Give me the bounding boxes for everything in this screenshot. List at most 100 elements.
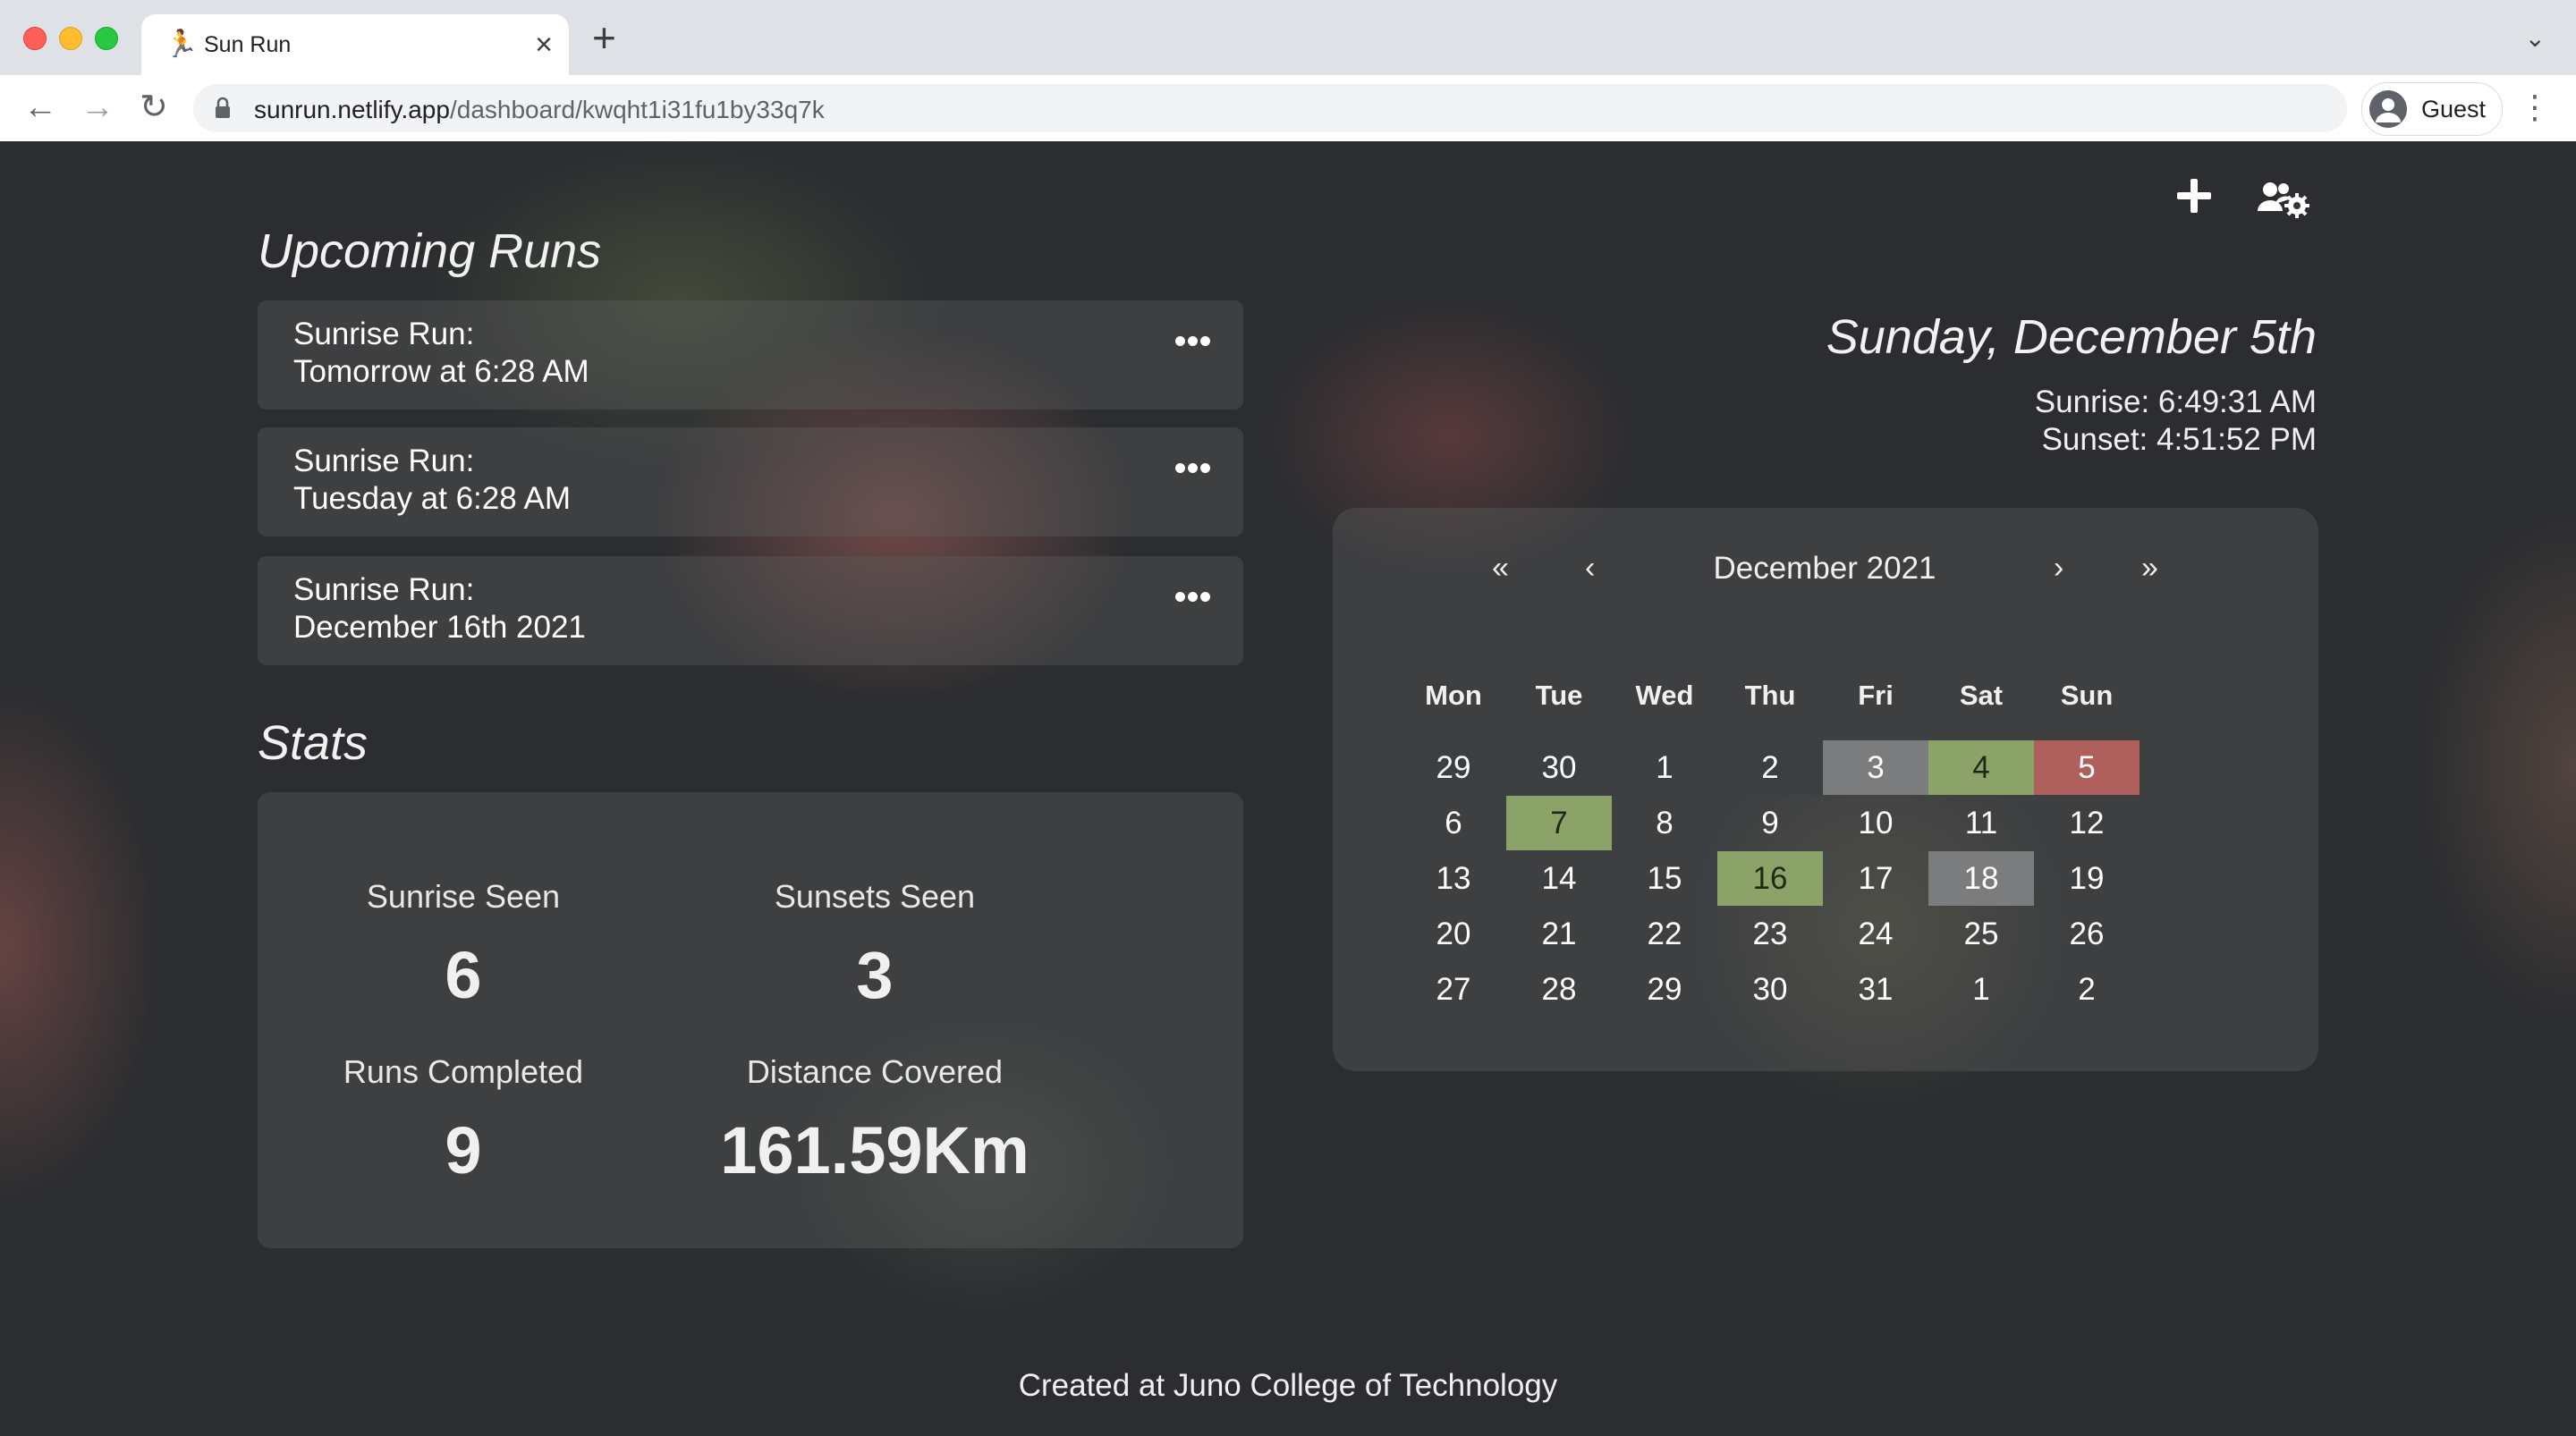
calendar-day[interactable]: 1 xyxy=(1928,962,2034,1017)
footer-credit: Created at Juno College of Technology xyxy=(1018,1368,1558,1403)
run-time: December 16th 2021 xyxy=(293,610,586,645)
lock-icon xyxy=(216,97,230,118)
more-options-icon[interactable] xyxy=(1175,336,1211,347)
calendar-day[interactable]: 30 xyxy=(1506,740,1612,795)
distance-covered-value: 161.59Km xyxy=(720,1113,1030,1187)
close-window-button[interactable] xyxy=(23,27,47,50)
upcoming-runs-heading: Upcoming Runs xyxy=(258,224,602,278)
calendar-day[interactable]: 2 xyxy=(2034,962,2140,1017)
calendar-day[interactable]: 22 xyxy=(1612,907,1717,961)
kebab-menu-icon[interactable]: ⋮ xyxy=(2519,88,2551,127)
runs-completed-value: 9 xyxy=(445,1113,482,1187)
url-domain: sunrun.netlify.app xyxy=(254,96,450,123)
reload-icon[interactable]: ↻ xyxy=(140,88,168,127)
add-icon[interactable] xyxy=(2175,177,2213,215)
minimize-window-button[interactable] xyxy=(59,27,82,50)
calendar-day[interactable]: 26 xyxy=(2034,907,2140,961)
next-year-button[interactable]: » xyxy=(2141,551,2158,586)
run-card[interactable]: Sunrise Run: December 16th 2021 xyxy=(258,556,1243,665)
weekday-label: Tue xyxy=(1535,680,1583,711)
calendar-day[interactable]: 18 xyxy=(1928,851,2034,906)
run-type: Sunrise Run: xyxy=(293,443,475,478)
url-path: /dashboard/kwqht1i31fu1by33q7k xyxy=(449,96,825,123)
calendar-day[interactable]: 3 xyxy=(1823,740,1928,795)
stats-heading: Stats xyxy=(258,716,369,770)
run-time: Tuesday at 6:28 AM xyxy=(293,481,571,516)
distance-covered-label: Distance Covered xyxy=(746,1053,1004,1090)
weekday-label: Sun xyxy=(2060,680,2114,711)
calendar-month-label[interactable]: December 2021 xyxy=(1601,551,2048,587)
calendar-day[interactable]: 5 xyxy=(2034,740,2140,795)
weekday-label: Sat xyxy=(1959,680,2004,711)
more-options-icon[interactable] xyxy=(1175,463,1211,474)
calendar-day[interactable]: 4 xyxy=(1928,740,2034,795)
browser-toolbar: ← → ↻ sunrun.netlify.app/dashboard/kwqht… xyxy=(0,75,2576,142)
chevron-down-icon[interactable]: ⌄ xyxy=(2525,23,2546,53)
browser-tabbar: 🏃 Sun Run × + ⌄ xyxy=(0,0,2576,75)
calendar-day[interactable]: 30 xyxy=(1717,962,1823,1017)
weekday-label: Wed xyxy=(1635,680,1694,711)
weekday-label: Thu xyxy=(1744,680,1796,711)
address-bar[interactable]: sunrun.netlify.app/dashboard/kwqht1i31fu… xyxy=(193,84,2347,132)
runs-completed-label: Runs Completed xyxy=(343,1053,584,1090)
weekday-label: Mon xyxy=(1425,680,1482,711)
forward-arrow-icon[interactable]: → xyxy=(80,88,114,127)
calendar-day[interactable]: 14 xyxy=(1506,851,1612,906)
run-card[interactable]: Sunrise Run: Tuesday at 6:28 AM xyxy=(258,427,1243,536)
calendar-day[interactable]: 9 xyxy=(1717,796,1823,850)
browser-tab[interactable]: 🏃 Sun Run × xyxy=(141,14,569,75)
avatar-icon xyxy=(2369,90,2407,128)
calendar-day[interactable]: 25 xyxy=(1928,907,2034,961)
run-type: Sunrise Run: xyxy=(293,572,475,607)
calendar-day[interactable]: 28 xyxy=(1506,962,1612,1017)
calendar-day[interactable]: 12 xyxy=(2034,796,2140,850)
users-settings-icon[interactable] xyxy=(2256,181,2309,218)
calendar-day[interactable]: 29 xyxy=(1612,962,1717,1017)
calendar-day[interactable]: 15 xyxy=(1612,851,1717,906)
calendar-day[interactable]: 13 xyxy=(1401,851,1506,906)
calendar-day[interactable]: 1 xyxy=(1612,740,1717,795)
run-type: Sunrise Run: xyxy=(293,317,475,351)
calendar-day[interactable]: 19 xyxy=(2034,851,2140,906)
current-date: Sunday, December 5th xyxy=(1826,310,2317,364)
prev-month-button[interactable]: ‹ xyxy=(1585,551,1595,586)
back-arrow-icon[interactable]: ← xyxy=(23,88,57,127)
more-options-icon[interactable] xyxy=(1175,592,1211,603)
tab-title: Sun Run xyxy=(204,32,292,57)
weekday-label: Fri xyxy=(1858,680,1894,711)
calendar-day[interactable]: 24 xyxy=(1823,907,1928,961)
calendar-day[interactable]: 11 xyxy=(1928,796,2034,850)
sunrise-seen-label: Sunrise Seen xyxy=(366,878,561,915)
calendar-day[interactable]: 20 xyxy=(1401,907,1506,961)
sunsets-seen-label: Sunsets Seen xyxy=(774,878,976,915)
sunsets-seen-value: 3 xyxy=(856,938,894,1012)
calendar-day[interactable]: 2 xyxy=(1717,740,1823,795)
url-text: sunrun.netlify.app/dashboard/kwqht1i31fu… xyxy=(254,96,825,124)
prev-year-button[interactable]: « xyxy=(1492,551,1509,586)
sunrise-time: Sunrise: 6:49:31 AM xyxy=(2034,384,2317,419)
calendar: « ‹ December 2021 › » Mon Tue Wed Thu Fri Sat… xyxy=(1333,508,2318,1071)
runner-icon: 🏃 xyxy=(165,30,199,59)
calendar-day[interactable]: 6 xyxy=(1401,796,1506,850)
calendar-day[interactable]: 21 xyxy=(1506,907,1612,961)
profile-label: Guest xyxy=(2421,96,2487,122)
calendar-day[interactable]: 7 xyxy=(1506,796,1612,850)
calendar-day[interactable]: 16 xyxy=(1717,851,1823,906)
calendar-day[interactable]: 29 xyxy=(1401,740,1506,795)
close-tab-icon[interactable]: × xyxy=(535,27,553,63)
calendar-day[interactable]: 8 xyxy=(1612,796,1717,850)
calendar-day[interactable]: 27 xyxy=(1401,962,1506,1017)
new-tab-icon[interactable]: + xyxy=(592,17,616,58)
next-month-button[interactable]: › xyxy=(2054,551,2063,586)
profile-button[interactable]: Guest xyxy=(2361,82,2503,136)
calendar-day[interactable]: 17 xyxy=(1823,851,1928,906)
dashboard-page: Upcoming Runs Sunrise Run: Tomorrow at 6… xyxy=(0,141,2576,1436)
sunrise-seen-value: 6 xyxy=(445,938,482,1012)
run-card[interactable]: Sunrise Run: Tomorrow at 6:28 AM xyxy=(258,300,1243,410)
run-time: Tomorrow at 6:28 AM xyxy=(293,354,589,389)
stats-card: Sunrise Seen 6 Sunsets Seen 3 Runs Compl… xyxy=(258,792,1243,1248)
calendar-day[interactable]: 10 xyxy=(1823,796,1928,850)
calendar-day[interactable]: 31 xyxy=(1823,962,1928,1017)
calendar-day[interactable]: 23 xyxy=(1717,907,1823,961)
maximize-window-button[interactable] xyxy=(95,27,118,50)
